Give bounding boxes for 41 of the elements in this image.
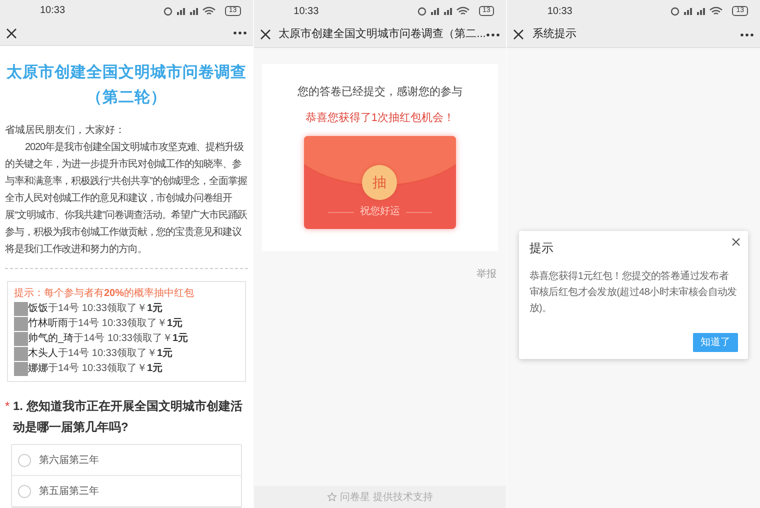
page-title: 太原市创建全国文明城市问卷调查（第二... [278,26,486,42]
question-text: 1. 您知道我市正在开展全国文明城市创建活动是哪一届第几年吗? [13,398,244,436]
page-title: 系统提示 [532,26,576,42]
status-time: 10:33 [40,4,66,18]
report-link[interactable]: 举报 [476,267,496,282]
winner-text: 娜娜于14号 10:33领取了￥1元 [28,362,162,376]
answer-option[interactable]: 第五届第三年 [12,476,241,507]
congrats-message: 恭喜您获得了1次抽红包机会！ [305,110,455,126]
radio-button[interactable] [18,454,31,466]
close-icon[interactable] [513,29,524,40]
more-icon[interactable] [486,32,500,36]
more-icon[interactable] [232,31,247,36]
status-time: 10:33 [294,4,319,18]
envelope-caption: 祝您好运 [360,207,400,217]
required-mark: * [5,398,11,415]
close-icon[interactable] [6,28,17,39]
dialog-title: 提示 [529,240,554,257]
dialog-message: 恭喜您获得1元红包！您提交的答卷通过发布者审核后红包才会发放(超过48小时未审核会自动发放)。 [529,270,738,316]
avatar-placeholder [14,302,28,316]
avatar-placeholder [14,346,28,360]
star-icon [327,492,338,502]
more-icon[interactable] [740,32,754,36]
confirm-button[interactable]: 知道了 [693,333,738,352]
status-time: 10:33 [547,4,572,18]
close-icon[interactable] [260,29,271,40]
close-icon[interactable] [732,238,740,246]
winner-text: 木头人于14号 10:33领取了￥1元 [28,346,172,361]
submitted-message: 您的答卷已经提交，感谢您的参与 [297,84,462,100]
greeting-text: 省城居民朋友们，大家好： [5,124,126,138]
intro-paragraph: 2020年是我市创建全国文明城市攻坚克难、提档升级的关键之年，为进一步提升市民对创城工作的知晓率、参与率和满意率，积极践行“共创共享”的创城理念，全面掌握全市人民对创城工作的意见和建议，市创城办问卷组开展“文明城市、你我共建”问卷调查活动。希望广大市民踊跃参与，积极为我市创城工作做贡献，您的宝贵意见和建议将是我们工作改进和努力的方向。 [5,140,248,257]
winner-text: 帅气的_琦于14号 10:33领取了￥1元 [28,332,188,346]
avatar-placeholder [14,362,28,376]
avatar-placeholder [14,332,28,346]
answer-option[interactable]: 第六届第三年 [12,445,241,476]
avatar-placeholder [14,316,28,330]
radio-button[interactable] [18,484,31,498]
winner-text: 饭饭于14号 10:33领取了￥1元 [28,302,162,316]
winner-text: 竹林听雨于14号 10:33领取了￥1元 [28,316,182,331]
survey-title: 太原市创建全国文明城市问卷调查（第二轮） [5,62,248,108]
footer-text: 问卷星 提供技术支持 [340,490,433,504]
tip-text: 提示：每个参与者有20%的概率抽中红包 [14,287,196,301]
